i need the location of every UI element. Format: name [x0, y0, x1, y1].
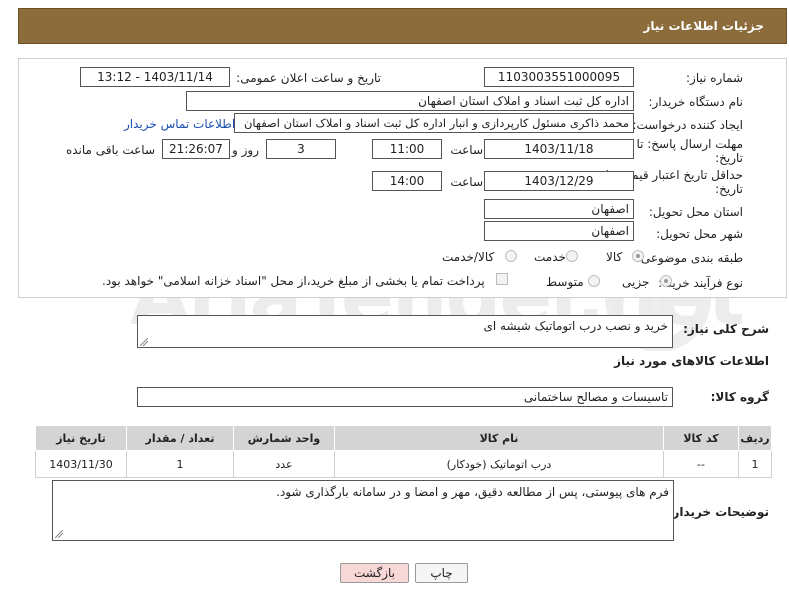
reply-time-label: ساعت	[450, 143, 483, 157]
col-need-date: تاریخ نیاز	[35, 425, 127, 451]
buyer-notes-label: توضیحات خریدار:	[667, 505, 769, 519]
goods-group-field[interactable]: تاسیسات و مصالح ساختمانی	[137, 387, 673, 407]
resize-handle-icon[interactable]	[140, 338, 148, 346]
col-quantity: تعداد / مقدار	[126, 425, 234, 451]
cell-goods-name: درب اتوماتیک (خودکار)	[334, 450, 664, 478]
category-radio-service[interactable]	[566, 250, 578, 262]
table-row: 1 -- درب اتوماتیک (خودکار) عدد 1 1403/11…	[35, 450, 772, 478]
category-option-service: خدمت	[534, 250, 566, 264]
category-radio-goods[interactable]	[632, 250, 644, 262]
price-date-field[interactable]: 1403/12/29	[484, 171, 634, 191]
goods-group-label: گروه کالا:	[710, 390, 769, 404]
page-header: جزئیات اطلاعات نیاز	[18, 8, 787, 44]
col-goods-code: کد کالا	[663, 425, 739, 451]
announce-label: تاریخ و ساعت اعلان عمومی:	[236, 71, 381, 85]
province-field[interactable]: اصفهان	[484, 199, 634, 219]
payment-note: پرداخت تمام یا بخشی از مبلغ خرید،از محل …	[102, 274, 485, 288]
need-number-label: شماره نیاز:	[686, 71, 743, 85]
remaining-time-field[interactable]: 21:26:07	[162, 139, 230, 159]
col-row-number: ردیف	[738, 425, 772, 451]
reply-deadline-date-label: تاریخ:	[715, 151, 743, 165]
category-option-goods-service: کالا/خدمت	[442, 250, 495, 264]
resize-handle-icon[interactable]	[55, 530, 63, 538]
process-radio-medium[interactable]	[588, 275, 600, 287]
creator-label: ایجاد کننده درخواست:	[632, 118, 743, 132]
city-label: شهر محل تحویل:	[656, 227, 743, 241]
process-option-medium: متوسط	[546, 275, 584, 289]
process-radio-minor[interactable]	[660, 275, 672, 287]
city-field[interactable]: اصفهان	[484, 221, 634, 241]
table-header-row: ردیف کد کالا نام کالا واحد شمارش تعداد /…	[35, 425, 772, 451]
description-textarea[interactable]: خرید و نصب درب اتوماتیک شیشه ای	[137, 315, 673, 348]
days-count-field[interactable]: 3	[266, 139, 336, 159]
announce-datetime-field[interactable]: 1403/11/14 - 13:12	[80, 67, 230, 87]
reply-date-field[interactable]: 1403/11/18	[484, 139, 634, 159]
reply-time-field[interactable]: 11:00	[372, 139, 442, 159]
page-title: جزئیات اطلاعات نیاز	[643, 19, 764, 33]
col-goods-name: نام کالا	[334, 425, 664, 451]
creator-field[interactable]: محمد ذاکری مسئول کارپردازی و انبار اداره…	[234, 113, 634, 133]
process-option-minor: جزیی	[622, 275, 650, 289]
cell-row-number: 1	[738, 450, 772, 478]
cell-quantity: 1	[126, 450, 234, 478]
price-time-label: ساعت	[450, 175, 483, 189]
remaining-label: ساعت باقی مانده	[65, 143, 155, 157]
price-validity-date-label: تاریخ:	[715, 182, 743, 196]
treasury-payment-checkbox[interactable]	[496, 273, 508, 285]
category-label: طبقه بندی موضوعی:	[636, 251, 743, 265]
goods-table: ردیف کد کالا نام کالا واحد شمارش تعداد /…	[35, 425, 772, 478]
cell-need-date: 1403/11/30	[35, 450, 127, 478]
description-label: شرح کلی نیاز:	[683, 322, 769, 336]
cell-unit: عدد	[233, 450, 335, 478]
category-option-goods: کالا	[606, 250, 623, 264]
print-button[interactable]: چاپ	[415, 563, 468, 583]
buyer-org-field[interactable]: اداره کل ثبت اسناد و املاک استان اصفهان	[186, 91, 634, 111]
back-button[interactable]: بازگشت	[340, 563, 409, 583]
reply-deadline-label: مهلت ارسال پاسخ: تا	[636, 137, 743, 151]
need-number-field[interactable]: 1103003551000095	[484, 67, 634, 87]
contact-info-link[interactable]: اطلاعات تماس خریدار	[124, 117, 235, 131]
goods-section-title: اطلاعات کالاهای مورد نیاز	[614, 354, 769, 368]
cell-goods-code: --	[663, 450, 739, 478]
buyer-notes-textarea[interactable]: فرم های پیوستی، پس از مطالعه دقیق، مهر و…	[52, 480, 674, 541]
days-label: روز و	[232, 143, 259, 157]
price-time-field[interactable]: 14:00	[372, 171, 442, 191]
buyer-org-label: نام دستگاه خریدار:	[648, 95, 744, 109]
category-radio-goods-service[interactable]	[505, 250, 517, 262]
province-label: استان محل تحویل:	[648, 205, 743, 219]
col-unit: واحد شمارش	[233, 425, 335, 451]
